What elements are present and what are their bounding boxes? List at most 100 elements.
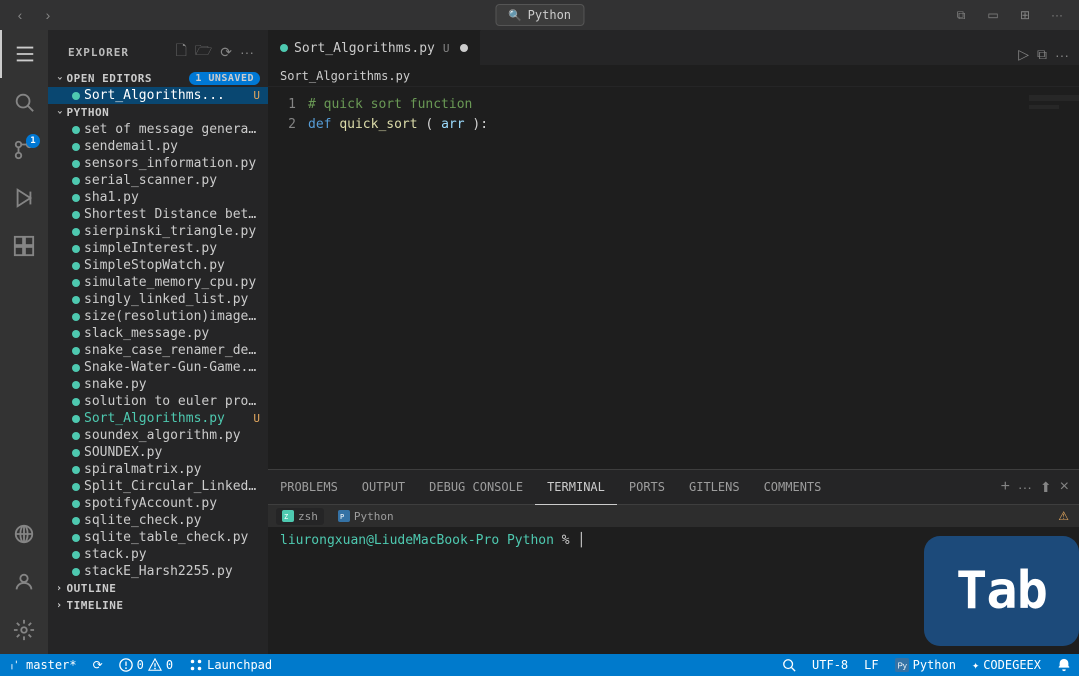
split-editor-button[interactable]: ⧉ (947, 5, 975, 25)
editor-content[interactable]: 1 # quick sort function 2 def quick_sort… (268, 87, 1079, 469)
status-notifications[interactable] (1049, 654, 1079, 676)
list-item[interactable]: size(resolution)image.py (48, 308, 268, 325)
tab-gitlens[interactable]: GITLENS (677, 470, 752, 505)
list-item[interactable]: singly_linked_list.py (48, 291, 268, 308)
list-item[interactable]: SimpleStopWatch.py (48, 257, 268, 274)
layout-button[interactable]: ⊞ (1011, 5, 1039, 25)
list-item[interactable]: Snake-Water-Gun-Game.py (48, 359, 268, 376)
new-folder-button[interactable]: 🗁 (193, 38, 214, 66)
status-launchpad[interactable]: Launchpad (181, 654, 280, 676)
run-editor-button[interactable]: ▷ (1016, 44, 1031, 65)
terminal-prompt-symbol: % (562, 533, 578, 548)
list-item[interactable]: simulate_memory_cpu.py (48, 274, 268, 291)
list-item[interactable]: spotifyAccount.py (48, 495, 268, 512)
list-item[interactable]: slack_message.py (48, 325, 268, 342)
list-item[interactable]: sqlite_check.py (48, 512, 268, 529)
list-item[interactable]: Split_Circular_Linked_List... (48, 478, 268, 495)
forward-button[interactable]: › (36, 3, 60, 27)
list-item[interactable]: stack.py (48, 546, 268, 563)
error-icon (119, 658, 133, 672)
warning-icon-button[interactable]: ⚠ (1056, 507, 1071, 525)
list-item[interactable]: stackE_Harsh2255.py (48, 563, 268, 580)
list-item[interactable]: SOUNDEX.py (48, 444, 268, 461)
activity-explorer[interactable] (0, 30, 48, 78)
editor-tab-sort-algorithms[interactable]: Sort_Algorithms.py U (268, 30, 481, 65)
filename: sierpinski_triangle.py (84, 224, 260, 239)
list-item[interactable]: snake_case_renamer_dep... (48, 342, 268, 359)
list-item[interactable]: snake.py (48, 376, 268, 393)
list-item-sort-algorithms[interactable]: Sort_Algorithms.py U (48, 410, 268, 427)
list-item[interactable]: simpleInterest.py (48, 240, 268, 257)
tab-terminal[interactable]: TERMINAL (535, 470, 617, 505)
activity-run[interactable] (0, 174, 48, 222)
tab-ports[interactable]: PORTS (617, 470, 677, 505)
activity-search[interactable] (0, 78, 48, 126)
file-icon (72, 160, 80, 168)
toggle-panel-button[interactable]: ▭ (979, 5, 1007, 25)
python-section-header[interactable]: › PYTHON (48, 104, 268, 121)
branch-name: master* (26, 658, 77, 672)
activity-accounts[interactable] (0, 558, 48, 606)
status-language[interactable]: Py Python (887, 654, 964, 676)
editor-more-button[interactable]: ··· (1053, 45, 1071, 65)
tab-output[interactable]: OUTPUT (350, 470, 417, 505)
param-arr: arr (441, 117, 464, 132)
editor-tabs: Sort_Algorithms.py U ▷ ⧉ ··· (268, 30, 1079, 65)
list-item[interactable]: sensors_information.py (48, 155, 268, 172)
codegeex-icon: ✦ (972, 658, 979, 672)
list-item[interactable]: sqlite_table_check.py (48, 529, 268, 546)
status-encoding[interactable]: UTF-8 (804, 654, 856, 676)
new-file-button[interactable]: 🗋 (174, 38, 189, 66)
list-item[interactable]: solution to euler project pr... (48, 393, 268, 410)
tab-comments[interactable]: COMMENTS (752, 470, 834, 505)
status-codegeex[interactable]: ✦ CODEGEEX (964, 654, 1049, 676)
list-item[interactable]: sierpinski_triangle.py (48, 223, 268, 240)
svg-text:Z: Z (284, 513, 288, 521)
open-editors-section[interactable]: › OPEN EDITORS 1 Unsaved (48, 70, 268, 87)
chevron-right-icon: › (56, 600, 63, 611)
status-branch[interactable]: master* (0, 654, 85, 676)
activity-source-control[interactable]: 1 (0, 126, 48, 174)
open-editor-sort-algorithms[interactable]: Sort_Algorithms... U (48, 87, 268, 104)
outline-section[interactable]: › OUTLINE (48, 580, 268, 597)
editor-tabs-right: ▷ ⧉ ··· (1016, 44, 1079, 65)
add-terminal-button[interactable]: + (999, 476, 1012, 498)
list-item[interactable]: Shortest Distance betwe... (48, 206, 268, 223)
split-editor-right-button[interactable]: ⧉ (1035, 44, 1049, 65)
status-search[interactable] (774, 654, 804, 676)
terminal-options-button[interactable]: ··· (1016, 477, 1034, 497)
activity-settings[interactable] (0, 606, 48, 654)
activity-remote[interactable] (0, 510, 48, 558)
file-icon (72, 279, 80, 287)
list-item[interactable]: serial_scanner.py (48, 172, 268, 189)
activity-extensions[interactable] (0, 222, 48, 270)
file-icon (72, 364, 80, 372)
timeline-section[interactable]: › TIMELINE (48, 597, 268, 614)
list-item[interactable]: sha1.py (48, 189, 268, 206)
filename: SimpleStopWatch.py (84, 258, 260, 273)
status-line-ending[interactable]: LF (856, 654, 886, 676)
collapse-button[interactable]: ··· (238, 38, 256, 66)
close-panel-button[interactable]: × (1058, 476, 1071, 498)
list-item[interactable]: set of message generate... (48, 121, 268, 138)
list-item[interactable]: spiralmatrix.py (48, 461, 268, 478)
status-sync[interactable]: ⟳ (85, 654, 111, 676)
more-actions-button[interactable]: ··· (1043, 5, 1071, 25)
func-name: quick_sort (339, 117, 417, 132)
filename: sqlite_check.py (84, 513, 260, 528)
title-bar-title[interactable]: 🔍 Python (495, 4, 584, 26)
breadcrumb-item[interactable]: Sort_Algorithms.py (280, 69, 410, 83)
status-bar: master* ⟳ 0 0 Launchpad UTF-8 LF Py Pyth… (0, 654, 1079, 676)
tab-problems[interactable]: PROBLEMS (268, 470, 350, 505)
list-item[interactable]: soundex_algorithm.py (48, 427, 268, 444)
status-errors[interactable]: 0 0 (111, 654, 181, 676)
terminal-prompt-path: liurongxuan@LiudeMacBook-Pro Python (280, 533, 554, 548)
sub-tab-python[interactable]: P Python (332, 508, 400, 525)
sub-tab-zsh[interactable]: Z zsh (276, 508, 324, 525)
list-item[interactable]: sendemail.py (48, 138, 268, 155)
refresh-button[interactable]: ⟳ (218, 38, 234, 66)
tab-debug-console[interactable]: DEBUG CONSOLE (417, 470, 535, 505)
maximize-panel-button[interactable]: ⬆ (1038, 477, 1054, 498)
sidebar: EXPLORER 🗋 🗁 ⟳ ··· › OPEN EDITORS 1 Unsa… (48, 30, 268, 654)
back-button[interactable]: ‹ (8, 3, 32, 27)
